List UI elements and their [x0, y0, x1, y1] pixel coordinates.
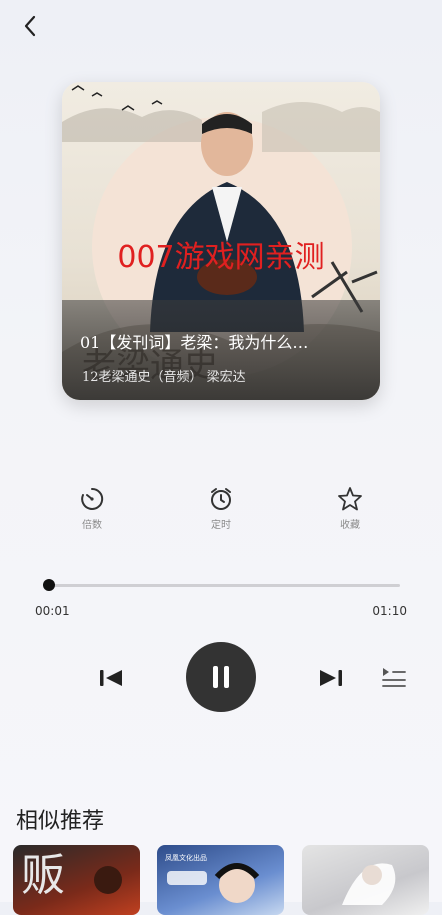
album-cover: 老梁通史 007游戏网亲测 01【发刊词】老梁：我为什么… 12老梁通史（音频）…	[62, 82, 380, 400]
skip-next-icon	[320, 670, 342, 686]
playlist-icon	[382, 668, 406, 687]
pause-button[interactable]	[186, 642, 256, 712]
section-title: 相似推荐	[16, 809, 105, 834]
star-icon	[338, 487, 362, 511]
current-time: 00:01	[35, 604, 70, 618]
recommend-card-3[interactable]	[302, 845, 429, 915]
action-row: 倍数 定时 收藏	[0, 486, 442, 536]
recommend-cover-3	[342, 863, 396, 905]
progress-track[interactable]	[44, 584, 400, 587]
track-subtitle: 12老梁通史（音频） 梁宏达	[82, 370, 246, 385]
pause-icon	[213, 666, 229, 688]
chevron-left-icon	[24, 15, 36, 37]
speed-label: 倍数	[82, 520, 102, 531]
track-title: 01【发刊词】老梁：我为什么…	[80, 333, 309, 352]
recommend-cover-1: 贩	[21, 850, 122, 901]
timer-label: 定时	[211, 520, 231, 531]
total-time: 01:10	[372, 604, 407, 618]
recommend-card-2-text: 凤凰文化出品	[165, 854, 207, 862]
recommend-card-1[interactable]: 贩	[13, 845, 140, 915]
favorite-button[interactable]: 收藏	[320, 486, 380, 531]
skip-previous-icon	[100, 670, 122, 686]
back-button[interactable]	[16, 12, 44, 40]
speed-button[interactable]: 倍数	[62, 486, 122, 531]
previous-button[interactable]	[96, 666, 126, 690]
alarm-clock-icon	[211, 488, 231, 510]
speed-icon	[81, 487, 104, 510]
progress-knob[interactable]	[42, 579, 55, 591]
next-button[interactable]	[316, 666, 346, 690]
favorite-label: 收藏	[340, 520, 360, 531]
watermark-text: 007游戏网亲测	[117, 240, 325, 275]
playlist-button[interactable]	[380, 665, 408, 689]
svg-text:贩: 贩	[21, 850, 65, 901]
timer-button[interactable]: 定时	[191, 486, 251, 531]
recommend-card-2[interactable]: 凤凰文化出品	[157, 845, 284, 915]
